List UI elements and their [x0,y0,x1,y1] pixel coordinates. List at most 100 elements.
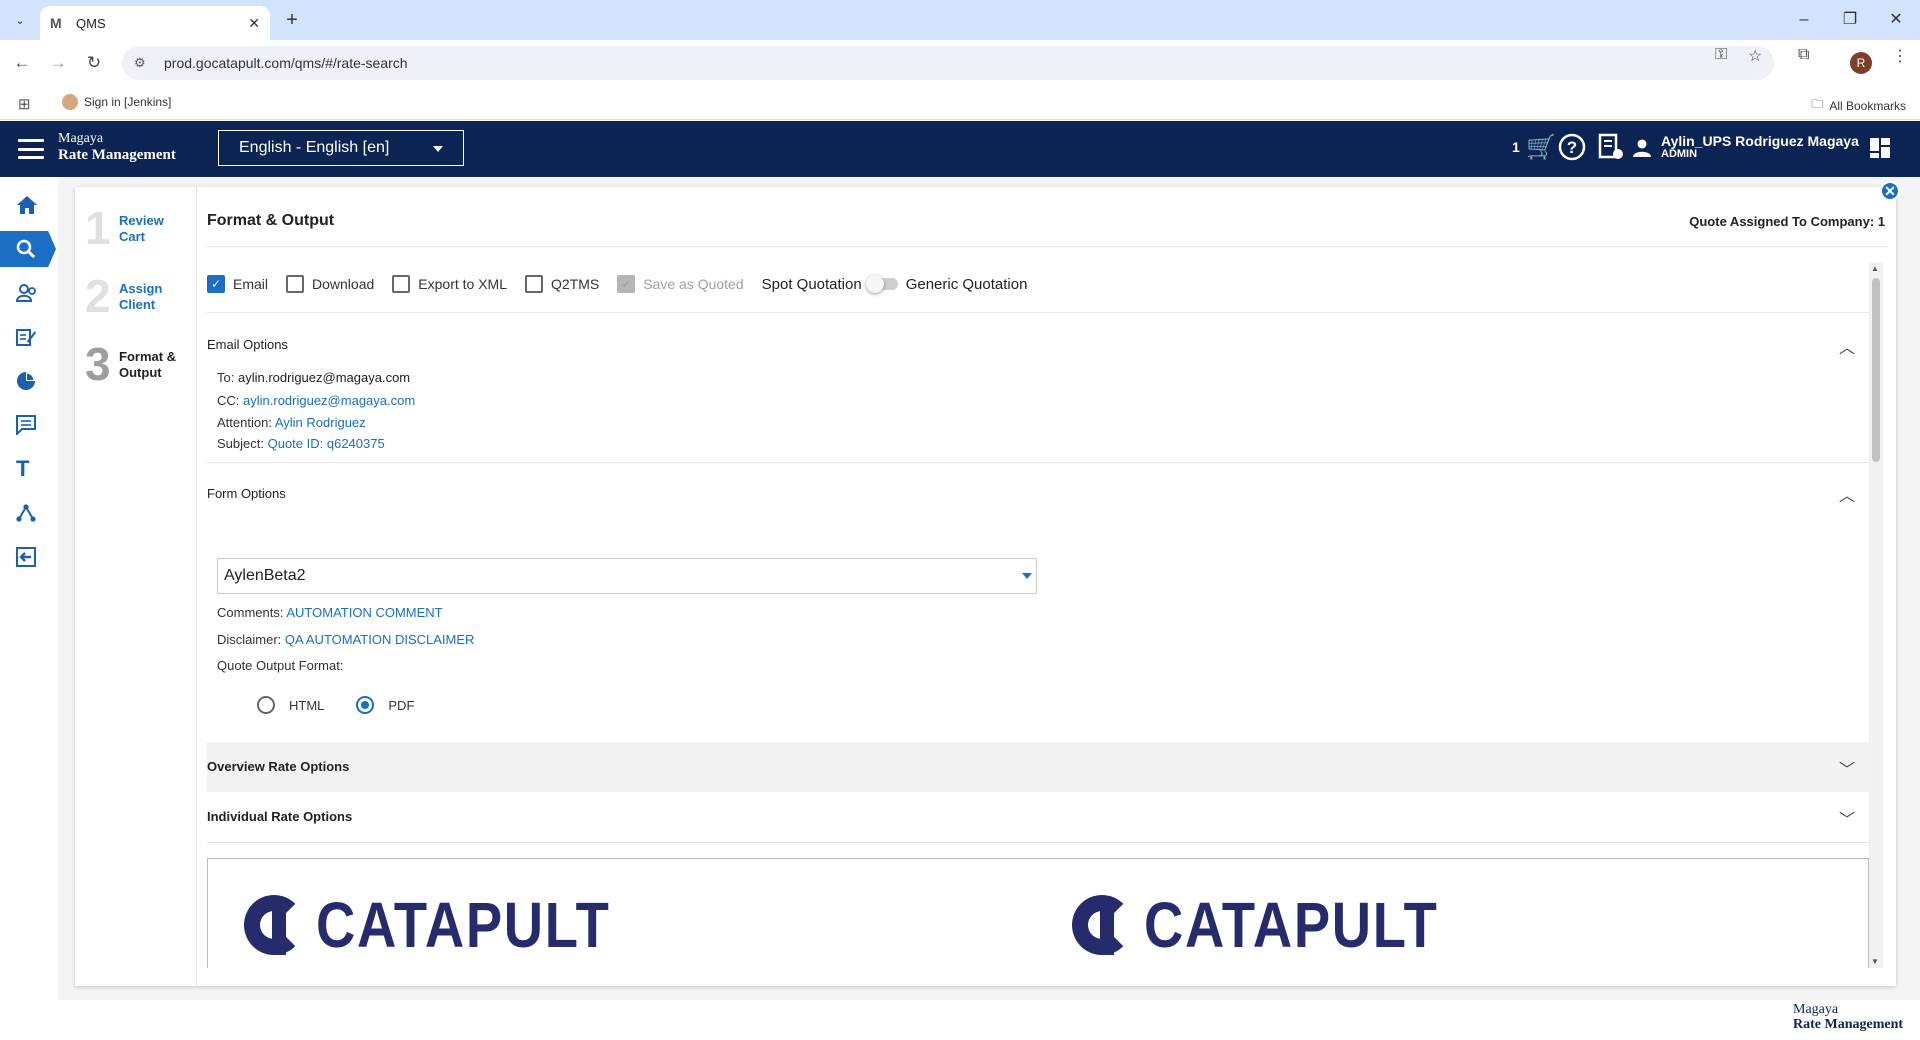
user-icon [1632,137,1652,167]
divider [207,842,1869,843]
content-scrollbar[interactable]: ▲ ▼ [1869,262,1883,968]
email-subject-value[interactable]: Quote ID: q6240375 [268,436,385,451]
scroll-down-arrow-icon[interactable]: ▼ [1871,957,1879,966]
brand-bottom: Rate Management [58,147,176,163]
user-role: ADMIN [1661,148,1698,160]
output-options-row: ✓ Email Download Export to XML Q2TMS ✓ Sav… [207,270,1037,298]
form-template-value: AylenBeta2 [224,567,306,584]
overview-rate-options-header[interactable] [207,742,1869,792]
email-to-value[interactable]: aylin.rodriguez@magaya.com [238,370,410,385]
format-output-content[interactable]: ✓ Email Download Export to XML Q2TMS ✓ Sav… [207,262,1869,968]
nav-messages-icon[interactable] [0,407,58,443]
language-select[interactable]: English - English [en] [218,130,464,166]
site-info-icon[interactable]: ⚙ [134,55,154,71]
caret-down-icon [433,146,443,152]
export-xml-checkbox[interactable]: Export to XML [392,275,507,293]
url-omnibox[interactable]: ⚙ prod.gocatapult.com/qms/#/rate-search [122,46,1774,80]
form-template-select[interactable]: AylenBeta2 [217,558,1037,594]
chevron-down-icon[interactable]: ﹀ [1839,756,1855,780]
new-tab-button[interactable]: + [280,8,304,32]
individual-rate-options-header[interactable] [207,792,1869,842]
all-bookmarks-button[interactable]: 🗀 All Bookmarks [1811,95,1906,116]
url-text: prod.gocatapult.com/qms/#/rate-search [164,55,408,71]
restore-button[interactable]: ❐ [1838,8,1862,32]
help-icon[interactable]: ? [1558,133,1586,167]
user-name: Aylin_UPS Rodriguez Magaya [1661,133,1859,149]
bookmark-star-icon[interactable]: ☆ [1748,46,1762,66]
chevron-down-icon[interactable]: ﹀ [1839,806,1855,830]
cart-icon[interactable]: 🛒 [1526,133,1556,163]
format-pdf-radio[interactable]: PDF [356,696,414,714]
format-pdf-label: PDF [388,697,415,713]
email-cc-line: CC: aylin.rodriguez@magaya.com [217,393,416,408]
footer-brand-top: Magaya [1793,1002,1839,1017]
company-assigned-label: Quote Assigned To Company: 1 [1689,214,1885,229]
disclaimer-line: Disclaimer: QA AUTOMATION DISCLAIMER [217,632,475,647]
extensions-icon[interactable]: ⧉ [1798,46,1809,64]
browser-menu-icon[interactable]: ⋮ [1892,46,1908,66]
apps-grid-icon[interactable]: ⊞ [18,95,31,113]
tab-close-icon[interactable]: ✕ [248,15,260,32]
close-window-button[interactable]: ✕ [1884,8,1908,32]
step-review-cart[interactable]: 1 Review Cart [85,205,164,251]
q2tms-checkbox[interactable]: Q2TMS [524,275,599,293]
password-key-icon[interactable]: ⚿ [1715,46,1727,64]
save-as-quoted-label: Save as Quoted [643,276,744,292]
footer-brand: Magaya Rate Management [1793,1002,1903,1032]
scroll-up-arrow-icon[interactable]: ▲ [1871,264,1879,273]
step-number: 1 [85,202,111,254]
nav-logout-icon[interactable] [0,539,58,575]
brand-top: Magaya [58,131,104,146]
quotation-type-toggle[interactable] [865,275,898,293]
page-title: Format & Output [207,212,335,229]
nav-home-icon[interactable] [0,187,58,223]
bookmark-jenkins-label: Sign in [Jenkins] [84,95,172,109]
browser-tab[interactable]: M QMS ✕ [40,6,270,40]
output-format-radio-group: HTML PDF [257,696,414,714]
nav-rate-search-icon[interactable] [0,231,56,267]
comments-line: Comments: AUTOMATION COMMENT [217,605,443,620]
download-checkbox[interactable]: Download [286,275,374,293]
left-navigation: T [0,177,58,1000]
email-checkbox[interactable]: ✓ Email [207,275,268,293]
chevron-up-icon[interactable]: ︿ [1839,334,1855,358]
nav-contacts-icon[interactable] [0,275,58,311]
bookmark-jenkins[interactable]: Sign in [Jenkins] [62,94,171,110]
nav-text-icon[interactable]: T [0,451,58,487]
gmail-favicon-icon: M [50,15,62,31]
nav-network-icon[interactable] [0,495,58,531]
profile-avatar[interactable]: R [1850,52,1872,74]
email-cc-value[interactable]: aylin.rodriguez@magaya.com [243,393,415,408]
catapult-logo-mark-icon [1072,895,1134,955]
user-menu[interactable]: Aylin_UPS Rodriguez Magaya ADMIN [1661,133,1859,161]
tab-search-button[interactable]: ⌄ [8,8,32,32]
format-html-radio[interactable]: HTML [257,696,324,714]
comments-value[interactable]: AUTOMATION COMMENT [286,605,442,620]
nav-pie-chart-icon[interactable] [0,363,58,399]
overview-rate-options-title: Overview Rate Options [207,759,350,774]
task-list-icon[interactable] [1598,133,1624,169]
form-options-title: Form Options [207,486,286,501]
bookmarks-bar: ⊞ Sign in [Jenkins] 🗀 All Bookmarks [0,86,1920,120]
step-format-output[interactable]: 3 Format & Output [85,341,176,387]
scrollbar-thumb[interactable] [1872,278,1880,462]
hamburger-menu-icon[interactable] [18,139,44,159]
chevron-up-icon[interactable]: ︿ [1839,482,1855,506]
email-label: Email [233,276,269,292]
minimize-button[interactable]: – [1792,8,1816,32]
close-wizard-icon[interactable]: ✕ [1880,181,1900,201]
disclaimer-value[interactable]: QA AUTOMATION DISCLAIMER [285,632,475,647]
email-attention-value[interactable]: Aylin Rodriguez [275,415,366,430]
back-icon[interactable]: ← [10,51,34,75]
step-assign-client[interactable]: 2 Assign Client [85,273,162,319]
catapult-logo: CATAPULT [244,893,663,957]
reload-icon[interactable]: ↻ [82,51,106,75]
step-label: Review Cart [119,213,164,244]
email-subject-line: Subject: Quote ID: q6240375 [217,436,385,451]
forward-icon[interactable]: → [46,51,70,75]
wizard-steps: 1 Review Cart 2 Assign Client 3 Format & Ou… [75,187,197,986]
catapult-logo-mark-icon [244,895,306,955]
nav-edit-document-icon[interactable] [0,319,58,355]
dashboard-icon[interactable] [1870,138,1890,158]
download-label: Download [312,276,375,292]
